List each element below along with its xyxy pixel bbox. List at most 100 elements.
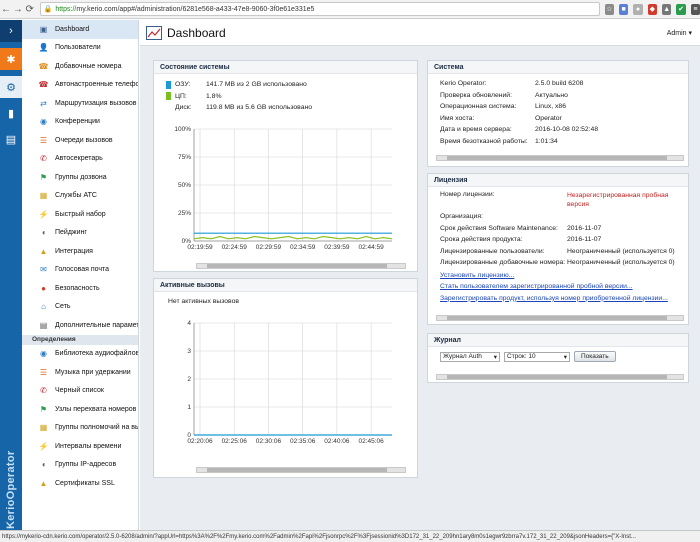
gear-icon[interactable]: ⚙ xyxy=(0,76,22,98)
active-calls-chart: 0123402:20:06 02:25:06 02:30:06 02:35:06 02:… xyxy=(187,320,392,445)
license-value: Неограниченный (используется 0) xyxy=(567,247,675,255)
status-label: Диск: xyxy=(175,104,192,112)
license-label: Срока действия продукта: xyxy=(440,236,523,244)
system-value: Linux, x86 xyxy=(535,103,566,111)
page-title: Dashboard xyxy=(167,25,226,40)
sidebar-item-label: Библиотека аудиофайлов xyxy=(55,350,139,358)
system-status-panel: Состояние системы ОЗУ: 141.7 MB из 2 GB и… xyxy=(153,60,418,272)
license-link[interactable]: Стать пользователем зарегистрированной п… xyxy=(440,283,633,290)
sidebar-item-ip-groups[interactable]: ◖ Группы IP-адресов xyxy=(22,456,138,475)
license-row: Срок действия Software Maintenance: 2016-… xyxy=(440,223,688,235)
sidebar-item-audio-library[interactable]: ◉ Библиотека аудиофайлов xyxy=(22,345,138,364)
horizontal-scrollbar[interactable] xyxy=(436,155,684,161)
extension-icon[interactable]: ▲ xyxy=(662,3,672,15)
horizontal-scrollbar[interactable] xyxy=(196,263,406,269)
sidebar-item-users[interactable]: 👤 Пользователи xyxy=(22,39,138,58)
sidebar-item-label: Голосовая почта xyxy=(55,266,110,274)
url-scheme: https:// xyxy=(55,5,77,13)
extension-icon[interactable]: ◆ xyxy=(647,3,657,15)
speed-dial-icon: ⚡ xyxy=(38,209,49,219)
horizontal-scrollbar[interactable] xyxy=(436,315,684,321)
reload-icon[interactable]: ⟳ xyxy=(24,2,36,16)
show-button[interactable]: Показать xyxy=(574,351,616,362)
bar-chart-icon[interactable]: ▮ xyxy=(0,102,22,124)
log-select-value: Журнал Auth xyxy=(443,353,482,360)
license-link[interactable]: Установить лицензию... xyxy=(440,272,514,279)
system-row: Kerio Operator: 2.5.0 build 6208 xyxy=(440,78,688,90)
routing-icon: ⇄ xyxy=(40,98,47,108)
system-label: Время безотказной работы: xyxy=(440,137,528,145)
document-icon[interactable]: ▤ xyxy=(0,128,22,150)
sidebar-item-routing[interactable]: ⇄ Маршрутизация вызовов xyxy=(22,94,138,113)
sidebar-item-ring-group[interactable]: ⚑ Группы дозвона xyxy=(22,168,138,187)
sidebar-item-label: Узлы перехвата номеров xyxy=(55,405,137,413)
sidebar-item-advanced[interactable]: ▤ Дополнительные параметры xyxy=(22,316,138,335)
journal-panel: Журнал Журнал Auth ▾ Строк: 10 ▾ Показать xyxy=(427,333,689,383)
sidebar-item-call-pickup[interactable]: ⚑ Узлы перехвата номеров xyxy=(22,400,138,419)
panel-title: Лицензия xyxy=(428,174,688,187)
sidebar-item-security[interactable]: ● Безопасность xyxy=(22,279,138,298)
sidebar-item-time-intervals[interactable]: ⚡ Интервалы времени xyxy=(22,437,138,456)
sidebar-item-ssl-certificates[interactable]: ▲ Сертификаты SSL xyxy=(22,474,138,493)
sidebar-item-queue[interactable]: ☰ Очереди вызовов xyxy=(22,131,138,150)
system-row: Операционная система: Linux, x86 xyxy=(440,101,688,113)
x-tick-label: 02:20:06 xyxy=(187,438,213,445)
pbx-services-icon: ▦ xyxy=(39,191,48,201)
phone-icon: ☎ xyxy=(38,80,49,90)
chevron-down-icon: ▾ xyxy=(493,353,497,361)
sidebar-item-auto-attendant[interactable]: ✆ Автосекретарь xyxy=(22,150,138,169)
system-panel: Система Kerio Operator: 2.5.0 build 6208 П… xyxy=(427,60,689,167)
horizontal-scrollbar[interactable] xyxy=(436,374,684,380)
rows-select[interactable]: Строк: 10 ▾ xyxy=(504,351,570,362)
x-tick-label: 02:35:06 xyxy=(290,438,316,445)
sidebar-item-voicemail[interactable]: ✉ Голосовая почта xyxy=(22,261,138,280)
address-bar[interactable]: 🔒 https:// my.kerio.com/app#/administrat… xyxy=(39,2,600,16)
back-icon[interactable]: ← xyxy=(0,2,12,16)
chevron-right-icon[interactable]: › xyxy=(0,20,22,42)
sidebar-item-phone[interactable]: ☎ Автонастроенные телефоны xyxy=(22,76,138,95)
system-label: Kerio Operator: xyxy=(440,80,487,88)
sidebar-item-music-on-hold[interactable]: ☰ Музыка при удержании xyxy=(22,363,138,382)
y-tick-label: 1 xyxy=(187,404,191,411)
admin-menu[interactable]: Admin ▾ xyxy=(667,29,692,37)
license-value: Неограниченный (используется 0) xyxy=(567,259,675,267)
system-value: Operator xyxy=(535,114,562,122)
sidebar-item-label: Пейджинг xyxy=(55,229,87,237)
sidebar-item-paging[interactable]: ◖ Пейджинг xyxy=(22,224,138,243)
security-icon: ● xyxy=(41,283,46,293)
forward-icon[interactable]: → xyxy=(12,2,24,16)
sidebar-item-label: Службы АТС xyxy=(55,192,97,200)
sidebar-item-phone-extension[interactable]: ☎ Добавочные номера xyxy=(22,57,138,76)
system-row: Имя хоста: Operator xyxy=(440,113,688,125)
sidebar-item-integration[interactable]: ▲ Интеграция xyxy=(22,242,138,261)
sidebar-item-blacklist[interactable]: ✆ Черный список xyxy=(22,382,138,401)
sidebar-item-conference[interactable]: ◉ Конференции xyxy=(22,113,138,132)
sidebar-item-network[interactable]: ⌂ Сеть xyxy=(22,298,138,317)
sidebar-item-dashboard[interactable]: ▣ Dashboard xyxy=(22,20,138,39)
legend-swatch xyxy=(166,92,171,101)
extension-icon[interactable]: ■ xyxy=(618,3,629,15)
sidebar-item-label: Добавочные номера xyxy=(55,62,122,70)
horizontal-scrollbar[interactable] xyxy=(196,467,406,473)
plus-icon[interactable]: ✱ xyxy=(0,48,22,70)
extension-icon[interactable]: ● xyxy=(633,3,643,15)
system-row: Дата и время сервера: 2016-10-08 02:52:48 xyxy=(440,124,688,136)
sidebar-item-pbx-services[interactable]: ▦ Службы АТС xyxy=(22,187,138,206)
x-tick-label: 02:45:06 xyxy=(358,438,384,445)
log-select[interactable]: Журнал Auth ▾ xyxy=(440,351,500,362)
sidebar-nav: ▣ Dashboard 👤 Пользователи ☎ Добавочные номер… xyxy=(22,20,139,530)
x-tick-label: 02:29:59 xyxy=(256,244,282,251)
no-calls-text: Нет активных вызовов xyxy=(168,298,239,305)
license-link[interactable]: Зарегистрировать продукт, используя номе… xyxy=(440,295,668,302)
ring-group-icon: ⚑ xyxy=(39,172,48,182)
license-value: Незарегистрированная пробная версия xyxy=(567,192,669,208)
blacklist-icon: ✆ xyxy=(40,386,47,396)
license-label: Лицензированные добавочные номера: xyxy=(440,259,566,267)
legend-swatch xyxy=(166,104,171,112)
menu-icon[interactable]: ≡ xyxy=(690,3,700,15)
extension-icon[interactable]: ✔ xyxy=(676,3,686,15)
star-icon[interactable]: ☆ xyxy=(604,3,614,15)
sidebar-item-speed-dial[interactable]: ⚡ Быстрый набор xyxy=(22,205,138,224)
lock-icon: 🔒 xyxy=(43,6,53,13)
sidebar-item-call-permissions[interactable]: ▦ Группы полномочий на вызовы xyxy=(22,419,138,438)
